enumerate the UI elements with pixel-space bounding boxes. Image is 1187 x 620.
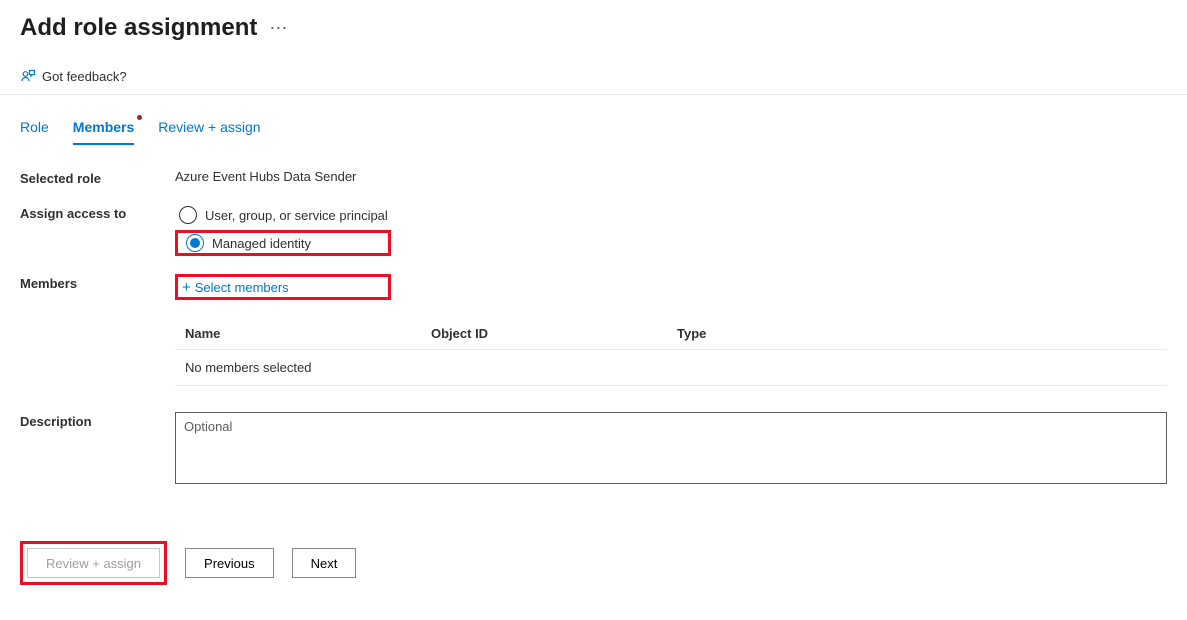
col-name: Name <box>175 318 421 349</box>
tab-members[interactable]: Members <box>73 113 134 145</box>
review-assign-button[interactable]: Review + assign <box>27 548 160 578</box>
radio-dot-icon <box>190 238 200 248</box>
page-header: Add role assignment ⋯ <box>0 0 1187 60</box>
select-members-label: Select members <box>195 280 289 295</box>
highlight-review-assign: Review + assign <box>20 541 167 585</box>
members-table: Name Object ID Type No members selected <box>175 318 1167 386</box>
tab-list: Role Members Review + assign <box>0 95 1187 145</box>
plus-icon: + <box>182 280 191 295</box>
row-members: Members + Select members <box>20 274 1167 300</box>
col-type: Type <box>667 318 1167 349</box>
radio-managed-label: Managed identity <box>212 236 311 251</box>
previous-button[interactable]: Previous <box>185 548 274 578</box>
more-icon[interactable]: ⋯ <box>269 19 288 37</box>
select-members-button[interactable]: + Select members <box>182 280 289 295</box>
tab-members-label: Members <box>73 119 134 135</box>
radio-icon <box>186 234 204 252</box>
feedback-icon <box>20 68 36 84</box>
dirty-indicator-icon <box>137 115 142 120</box>
members-label: Members <box>20 274 175 300</box>
highlight-managed-identity: Managed identity <box>175 230 391 256</box>
footer-buttons: Review + assign Previous Next <box>0 525 1187 601</box>
assign-access-label: Assign access to <box>20 204 175 256</box>
tab-role[interactable]: Role <box>20 113 49 145</box>
form-area: Selected role Azure Event Hubs Data Send… <box>0 145 1187 525</box>
radio-icon <box>179 206 197 224</box>
selected-role-label: Selected role <box>20 169 175 186</box>
table-empty-row: No members selected <box>175 350 1167 386</box>
col-object-id: Object ID <box>421 318 667 349</box>
next-button[interactable]: Next <box>292 548 357 578</box>
feedback-bar[interactable]: Got feedback? <box>0 60 1187 95</box>
selected-role-value: Azure Event Hubs Data Sender <box>175 169 1167 186</box>
row-assign-access: Assign access to User, group, or service… <box>20 204 1167 256</box>
radio-managed-identity[interactable]: Managed identity <box>182 232 315 254</box>
row-description: Description <box>20 412 1167 487</box>
radio-user-label: User, group, or service principal <box>205 208 388 223</box>
description-input[interactable] <box>175 412 1167 484</box>
description-label: Description <box>20 412 175 487</box>
row-selected-role: Selected role Azure Event Hubs Data Send… <box>20 169 1167 186</box>
radio-user-group[interactable]: User, group, or service principal <box>175 204 1167 226</box>
tab-review[interactable]: Review + assign <box>158 113 260 145</box>
feedback-label: Got feedback? <box>42 69 127 84</box>
page-title: Add role assignment <box>20 14 257 42</box>
table-header: Name Object ID Type <box>175 318 1167 350</box>
highlight-select-members: + Select members <box>175 274 391 300</box>
